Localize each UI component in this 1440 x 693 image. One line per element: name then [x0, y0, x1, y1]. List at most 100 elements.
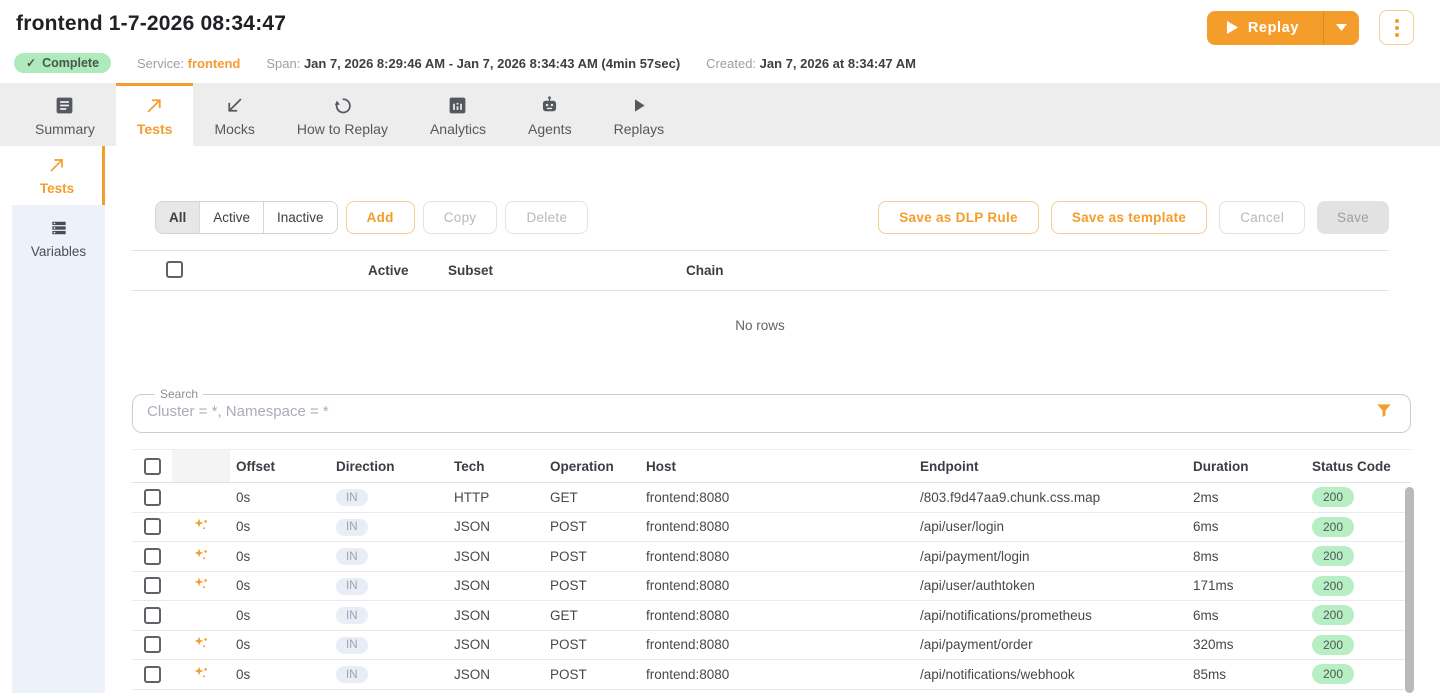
status-code-badge: 200: [1312, 487, 1354, 507]
cell-duration: 2ms: [1187, 490, 1306, 505]
filter-funnel-icon[interactable]: [1374, 401, 1394, 421]
filter-segmented-control: All Active Inactive: [155, 201, 338, 234]
cell-endpoint: /api/notifications/webhook: [914, 667, 1187, 682]
tab-how-to-replay[interactable]: How to Replay: [276, 83, 409, 146]
cell-offset: 0s: [230, 637, 330, 652]
check-icon: ✓: [26, 56, 36, 70]
column-subset: Subset: [448, 263, 686, 278]
tests-table: Active Subset Chain No rows: [132, 250, 1388, 359]
status-code-badge: 200: [1312, 664, 1354, 684]
cell-endpoint: /api/payment/order: [914, 637, 1187, 652]
service-meta: Service: frontend: [137, 56, 240, 71]
direction-badge: IN: [336, 548, 368, 565]
row-checkbox[interactable]: [144, 489, 161, 506]
cell-duration: 320ms: [1187, 637, 1306, 652]
cell-tech: JSON: [448, 608, 544, 623]
created-meta: Created: Jan 7, 2026 at 8:34:47 AM: [706, 56, 916, 71]
cell-endpoint: /api/payment/login: [914, 549, 1187, 564]
cell-offset: 0s: [230, 608, 330, 623]
table-row[interactable]: 0s IN HTTP GET frontend:8080 /803.f9d47a…: [132, 483, 1411, 513]
robot-icon: [539, 95, 560, 116]
chevron-down-icon: [1336, 24, 1347, 31]
requests-table-body: 0s IN HTTP GET frontend:8080 /803.f9d47a…: [132, 483, 1411, 690]
save-as-dlp-rule-button[interactable]: Save as DLP Rule: [878, 201, 1039, 234]
span-meta: Span: Jan 7, 2026 8:29:46 AM - Jan 7, 20…: [266, 56, 680, 71]
table-row[interactable]: 0s IN JSON POST frontend:8080 /api/user/…: [132, 572, 1411, 602]
cell-duration: 85ms: [1187, 667, 1306, 682]
requests-table-header: Offset Direction Tech Operation Host End…: [132, 449, 1411, 483]
tab-replays[interactable]: Replays: [593, 83, 686, 146]
cell-duration: 8ms: [1187, 549, 1306, 564]
row-checkbox[interactable]: [144, 577, 161, 594]
filter-inactive-button[interactable]: Inactive: [264, 202, 337, 233]
select-all-requests-checkbox[interactable]: [144, 458, 161, 475]
filter-active-button[interactable]: Active: [200, 202, 264, 233]
play-icon: [1227, 21, 1238, 34]
tests-table-header: Active Subset Chain: [132, 250, 1388, 291]
kebab-menu-button[interactable]: [1379, 10, 1414, 45]
search-input[interactable]: [147, 403, 1374, 420]
cell-host: frontend:8080: [640, 667, 914, 682]
sidebar-item-variables[interactable]: Variables: [12, 205, 105, 271]
row-checkbox[interactable]: [144, 666, 161, 683]
copy-button[interactable]: Copy: [423, 201, 498, 234]
table-row[interactable]: 0s IN JSON POST frontend:8080 /api/notif…: [132, 660, 1411, 690]
tab-tests[interactable]: Tests: [116, 83, 194, 146]
cell-endpoint: /api/notifications/prometheus: [914, 608, 1187, 623]
created-value: Jan 7, 2026 at 8:34:47 AM: [760, 56, 916, 71]
direction-badge: IN: [336, 519, 368, 536]
replay-button[interactable]: Replay: [1207, 11, 1359, 45]
direction-badge: IN: [336, 578, 368, 595]
table-row[interactable]: 0s IN JSON GET frontend:8080 /api/notifi…: [132, 601, 1411, 631]
filter-all-button[interactable]: All: [156, 202, 200, 233]
save-as-template-button[interactable]: Save as template: [1051, 201, 1207, 234]
kebab-icon: [1395, 19, 1399, 23]
status-code-badge: 200: [1312, 635, 1354, 655]
table-row[interactable]: 0s IN JSON POST frontend:8080 /api/payme…: [132, 542, 1411, 572]
add-button[interactable]: Add: [346, 201, 415, 234]
main-panel: All Active Inactive Add Copy Delete Save…: [105, 146, 1440, 693]
bar-chart-icon: [447, 95, 468, 116]
no-rows-message: No rows: [132, 291, 1388, 359]
column-duration: Duration: [1187, 459, 1306, 474]
replay-dropdown-caret[interactable]: [1324, 24, 1359, 31]
row-checkbox[interactable]: [144, 548, 161, 565]
document-icon: [54, 95, 75, 116]
status-code-badge: 200: [1312, 605, 1354, 625]
direction-badge: IN: [336, 637, 368, 654]
play-icon: [628, 95, 649, 116]
column-host: Host: [640, 459, 914, 474]
table-row[interactable]: 0s IN JSON POST frontend:8080 /api/payme…: [132, 631, 1411, 661]
select-all-checkbox[interactable]: [166, 261, 183, 278]
row-checkbox[interactable]: [144, 607, 161, 624]
column-offset: Offset: [230, 459, 330, 474]
magic-sparkle-icon: [194, 666, 208, 683]
cell-operation: GET: [544, 608, 640, 623]
column-active: Active: [368, 263, 448, 278]
vertical-scrollbar[interactable]: [1405, 487, 1414, 693]
cell-operation: GET: [544, 490, 640, 505]
tab-analytics[interactable]: Analytics: [409, 83, 507, 146]
cell-host: frontend:8080: [640, 637, 914, 652]
cell-host: frontend:8080: [640, 608, 914, 623]
row-checkbox[interactable]: [144, 518, 161, 535]
restore-icon: [332, 95, 353, 116]
arrow-up-right-icon: [47, 155, 67, 175]
direction-badge: IN: [336, 489, 368, 506]
direction-badge: IN: [336, 607, 368, 624]
cell-duration: 171ms: [1187, 578, 1306, 593]
tab-summary[interactable]: Summary: [14, 83, 116, 146]
cell-tech: HTTP: [448, 490, 544, 505]
tab-mocks[interactable]: Mocks: [193, 83, 275, 146]
cell-offset: 0s: [230, 490, 330, 505]
tab-agents[interactable]: Agents: [507, 83, 593, 146]
table-row[interactable]: 0s IN JSON POST frontend:8080 /api/user/…: [132, 513, 1411, 543]
magic-sparkle-icon: [194, 636, 208, 653]
sidebar-item-tests[interactable]: Tests: [12, 146, 105, 205]
delete-button[interactable]: Delete: [505, 201, 588, 234]
row-checkbox[interactable]: [144, 636, 161, 653]
status-code-badge: 200: [1312, 546, 1354, 566]
cancel-button[interactable]: Cancel: [1219, 201, 1305, 234]
column-endpoint: Endpoint: [914, 459, 1187, 474]
save-button[interactable]: Save: [1317, 201, 1389, 234]
